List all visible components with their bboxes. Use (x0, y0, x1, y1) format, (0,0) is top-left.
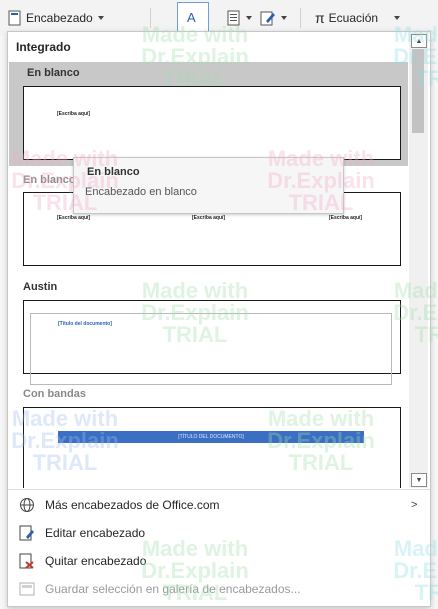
svg-text:A: A (187, 10, 196, 25)
remove-header-command[interactable]: Quitar encabezado (8, 548, 430, 574)
gallery-item-label: En blanco (27, 67, 80, 79)
more-headers-label: Más encabezados de Office.com (45, 498, 220, 512)
thumbnail-blank[interactable]: [Escriba aquí] (23, 86, 401, 160)
scroll-up-icon[interactable]: ▲ (411, 34, 427, 48)
more-headers-command[interactable]: Más encabezados de Office.com > (8, 492, 430, 518)
remove-header-label: Quitar encabezado (45, 554, 147, 568)
menu-divider (8, 489, 430, 490)
chevron-down-icon (97, 16, 104, 20)
equation-button-label: Ecuación (328, 11, 379, 25)
gallery-scrollbar[interactable]: ▲ ▼ (409, 32, 428, 488)
scroll-down-icon[interactable]: ▼ (411, 473, 427, 487)
tooltip-title: En blanco (87, 166, 140, 178)
chevron-right-icon: > (411, 499, 418, 511)
banded-title-bar: [TÍTULO DEL DOCUMENTO] (58, 431, 364, 443)
header-dropdown-menu: Integrado En blanco [Escriba aquí] En bl… (7, 31, 431, 607)
tooltip-description: Encabezado en blanco (85, 186, 197, 198)
save-selection-command: Guardar selección en galería de encabeza… (8, 576, 430, 602)
placeholder-text: [Escriba aquí] (329, 215, 363, 221)
chevron-down-icon (246, 16, 252, 20)
quick-parts-icon (227, 10, 240, 26)
placeholder-text: [Título del documento] (58, 321, 112, 327)
equation-button[interactable]: π Ecuación (315, 6, 401, 30)
placeholder-text: [TÍTULO DEL DOCUMENTO] (178, 434, 244, 440)
chevron-down-icon (281, 16, 287, 20)
scrollbar-thumb[interactable] (412, 49, 424, 133)
placeholder-text: [Escriba aquí] (192, 215, 226, 221)
section-title-integrated: Integrado (16, 40, 71, 54)
placeholder-text: [Escriba aquí] (57, 111, 91, 117)
textbox-icon: A (187, 10, 196, 25)
header-gallery: Integrado En blanco [Escriba aquí] En bl… (8, 32, 430, 488)
signature-icon (260, 11, 275, 26)
ribbon-divider (300, 8, 301, 28)
gallery-item-label: Con bandas (23, 388, 86, 400)
document-edge-right (430, 36, 438, 609)
edit-header-icon (19, 525, 34, 541)
quick-parts-button[interactable] (227, 6, 252, 30)
edit-header-label: Editar encabezado (45, 526, 146, 540)
header-button-label: Encabezado (26, 11, 93, 25)
thumbnail-austin[interactable]: [Título del documento] (23, 300, 401, 385)
chevron-down-icon (394, 16, 401, 20)
edit-header-command[interactable]: Editar encabezado (8, 520, 430, 546)
save-selection-label: Guardar selección en galería de encabeza… (45, 582, 301, 596)
header-page-icon (8, 10, 21, 26)
save-to-gallery-icon (19, 582, 35, 596)
signature-line-button[interactable] (260, 6, 287, 30)
thumbnail-banded[interactable]: [TÍTULO DEL DOCUMENTO] (23, 407, 401, 488)
textbox-button[interactable]: A (177, 2, 209, 32)
pi-icon: π (315, 10, 325, 26)
placeholder-text: [Escriba aquí] (57, 215, 91, 221)
header-dropdown-button[interactable]: Encabezado (8, 6, 104, 30)
ribbon-divider (150, 8, 151, 28)
tooltip: En blanco Encabezado en blanco (73, 157, 344, 214)
gallery-item-label: Austin (23, 281, 58, 293)
remove-header-icon (19, 553, 34, 569)
globe-icon (20, 498, 34, 512)
